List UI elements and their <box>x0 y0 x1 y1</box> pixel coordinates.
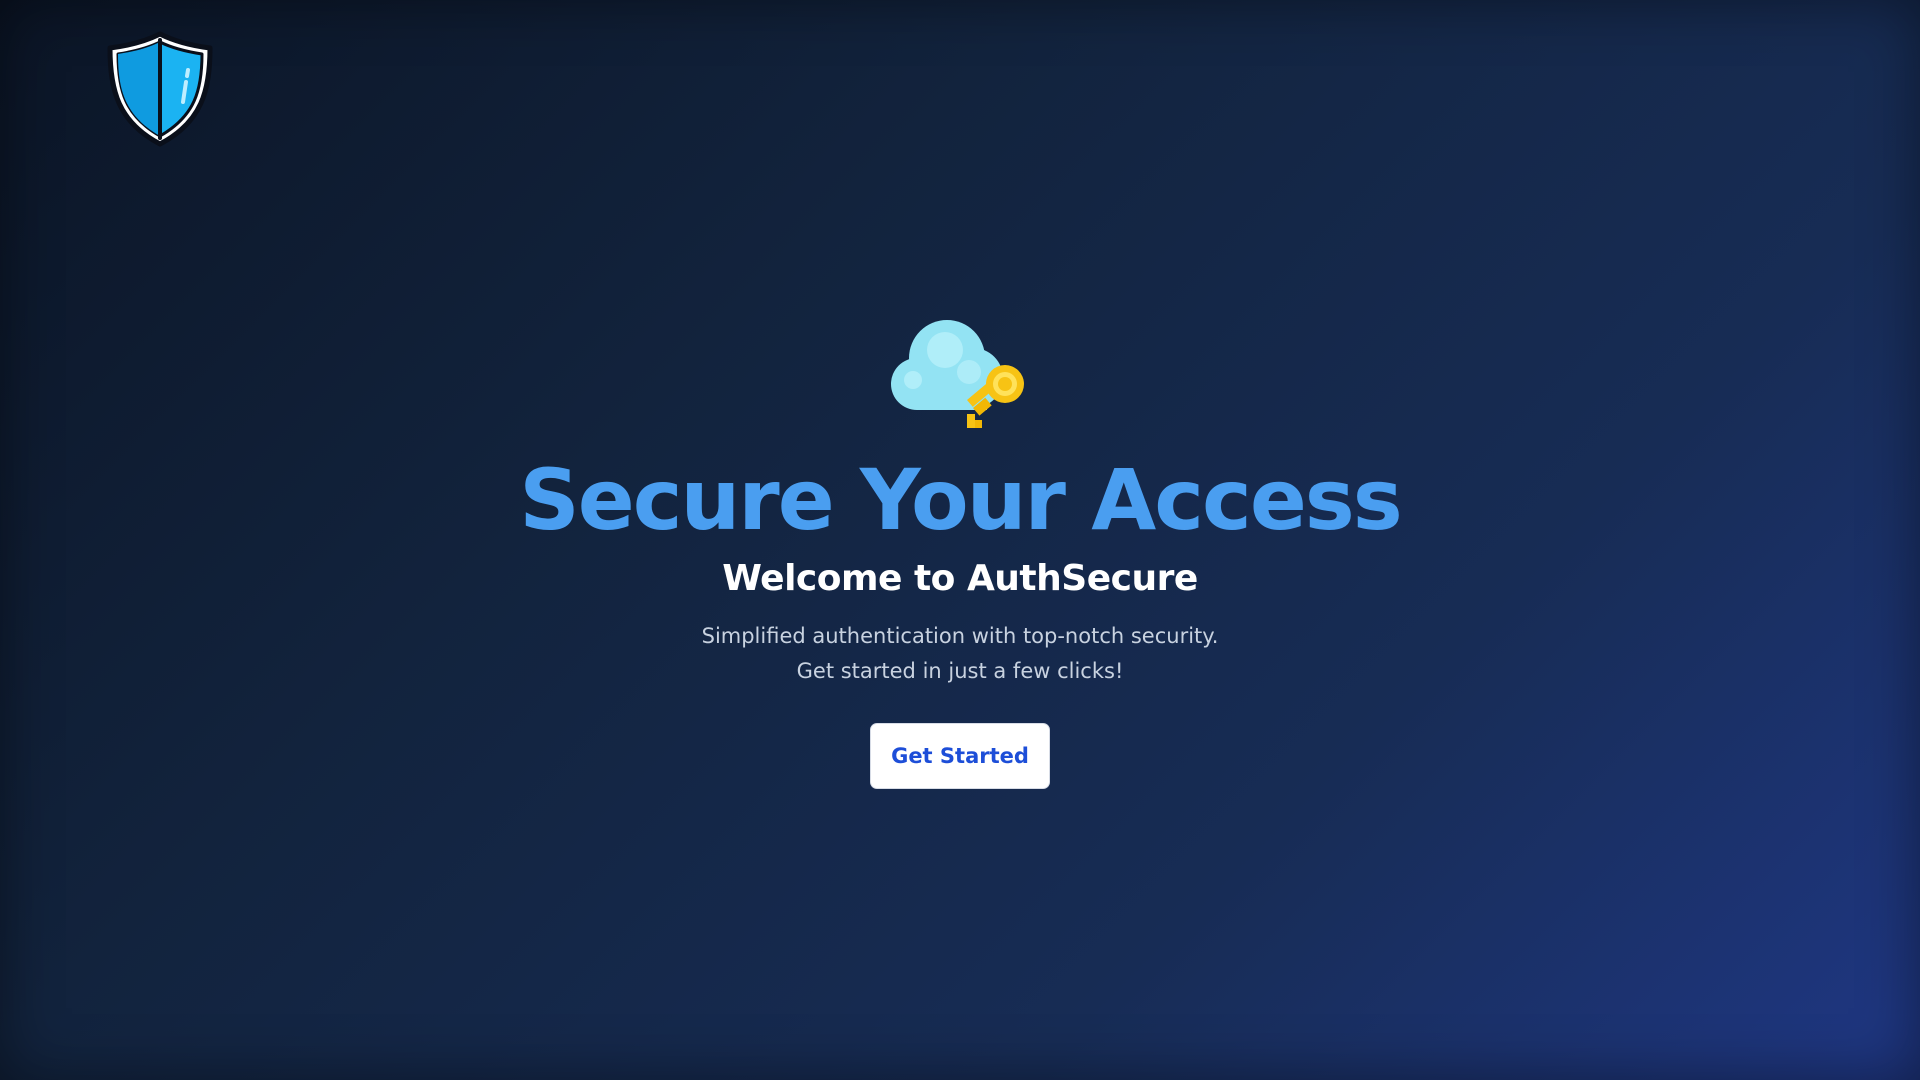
welcome-subtitle: Welcome to AuthSecure <box>722 558 1198 600</box>
cloud-key-icon <box>887 312 1033 436</box>
hero-section: Secure Your Access Welcome to AuthSecure… <box>0 312 1920 790</box>
get-started-button[interactable]: Get Started <box>870 723 1050 790</box>
hero-description: Simplified authentication with top-notch… <box>701 624 1219 684</box>
page-title: Secure Your Access <box>519 451 1403 549</box>
shield-icon <box>104 30 216 148</box>
